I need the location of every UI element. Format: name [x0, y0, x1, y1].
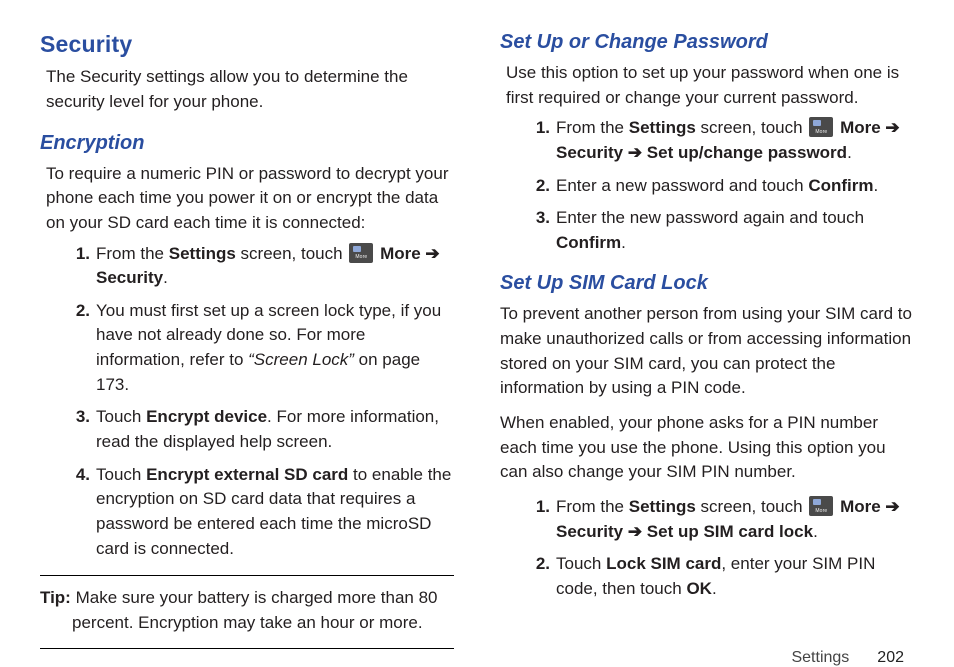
step-number: 1. [526, 116, 550, 141]
more-icon [809, 117, 833, 137]
confirm-bold: Confirm [556, 233, 621, 252]
security-intro: The Security settings allow you to deter… [46, 65, 454, 114]
step-text: . [874, 176, 879, 195]
encryption-intro: To require a numeric PIN or password to … [46, 162, 454, 236]
settings-bold: Settings [169, 244, 236, 263]
step-number: 1. [526, 495, 550, 520]
sim-lock-heading: Set Up SIM Card Lock [500, 269, 914, 298]
step-text: . [813, 522, 818, 541]
arrow-icon: ➔ [881, 118, 900, 137]
setup-change-password-bold: Set up/change password [647, 143, 847, 162]
tip-body: Tip: Make sure your battery is charged m… [40, 586, 454, 635]
step-number: 3. [66, 405, 90, 430]
step-number: 3. [526, 206, 550, 231]
encryption-heading: Encryption [40, 129, 454, 158]
tip-block: Tip: Make sure your battery is charged m… [40, 575, 454, 648]
step-number: 2. [526, 552, 550, 577]
more-label: More [380, 244, 421, 263]
sim-lock-steps: 1. From the Settings screen, touch More … [500, 495, 914, 602]
step-text: From the [556, 118, 629, 137]
encryption-steps: 1. From the Settings screen, touch More … [40, 242, 454, 562]
arrow-icon: ➔ [421, 244, 440, 263]
step-text: screen, touch [696, 497, 808, 516]
password-steps: 1. From the Settings screen, touch More … [500, 116, 914, 255]
step-text: . [847, 143, 852, 162]
step-text: Touch [96, 465, 146, 484]
step-number: 1. [66, 242, 90, 267]
step-text: screen, touch [236, 244, 348, 263]
security-bold: Security [556, 522, 623, 541]
screen-lock-ref: “Screen Lock” [248, 350, 354, 369]
step-text: Touch [556, 554, 606, 573]
page-footer: Settings 202 [40, 649, 914, 667]
arrow-icon: ➔ [881, 497, 900, 516]
encrypt-sd-bold: Encrypt external SD card [146, 465, 348, 484]
password-step-3: 3. Enter the new password again and touc… [526, 206, 914, 255]
step-text: screen, touch [696, 118, 808, 137]
step-text: . [712, 579, 717, 598]
settings-bold: Settings [629, 118, 696, 137]
step-text: . [163, 268, 168, 287]
tip-text: Make sure your battery is charged more t… [72, 588, 437, 632]
encrypt-device-bold: Encrypt device [146, 407, 267, 426]
step-text: From the [556, 497, 629, 516]
step-text: From the [96, 244, 169, 263]
setup-sim-lock-bold: Set up SIM card lock [647, 522, 813, 541]
sim-lock-intro-1: To prevent another person from using you… [500, 302, 914, 401]
encryption-step-2: 2. You must first set up a screen lock t… [66, 299, 454, 398]
more-icon [349, 243, 373, 263]
encryption-step-1: 1. From the Settings screen, touch More … [66, 242, 454, 291]
manual-page: Security The Security settings allow you… [0, 0, 954, 636]
tip-label: Tip: [40, 588, 76, 607]
footer-section: Settings [791, 649, 849, 667]
step-text: Enter the new password again and touch [556, 208, 864, 227]
footer-page-number: 202 [877, 649, 904, 667]
password-step-2: 2. Enter a new password and touch Confir… [526, 174, 914, 199]
confirm-bold: Confirm [808, 176, 873, 195]
more-icon [809, 496, 833, 516]
settings-bold: Settings [629, 497, 696, 516]
more-label: More [840, 497, 881, 516]
security-heading: Security [40, 28, 454, 61]
encryption-step-4: 4. Touch Encrypt external SD card to ena… [66, 463, 454, 562]
two-column-layout: Security The Security settings allow you… [40, 28, 914, 649]
sim-step-2: 2. Touch Lock SIM card, enter your SIM P… [526, 552, 914, 601]
arrow-icon: ➔ [623, 143, 647, 162]
step-number: 2. [526, 174, 550, 199]
sim-lock-intro-2: When enabled, your phone asks for a PIN … [500, 411, 914, 485]
step-text: Touch [96, 407, 146, 426]
password-heading: Set Up or Change Password [500, 28, 914, 57]
left-column: Security The Security settings allow you… [40, 28, 454, 649]
encryption-step-3: 3. Touch Encrypt device. For more inform… [66, 405, 454, 454]
sim-step-1: 1. From the Settings screen, touch More … [526, 495, 914, 544]
security-bold: Security [96, 268, 163, 287]
lock-sim-bold: Lock SIM card [606, 554, 721, 573]
ok-bold: OK [686, 579, 712, 598]
password-intro: Use this option to set up your password … [506, 61, 914, 110]
step-number: 4. [66, 463, 90, 488]
more-label: More [840, 118, 881, 137]
step-number: 2. [66, 299, 90, 324]
arrow-icon: ➔ [623, 522, 647, 541]
security-bold: Security [556, 143, 623, 162]
password-step-1: 1. From the Settings screen, touch More … [526, 116, 914, 165]
step-text: Enter a new password and touch [556, 176, 808, 195]
step-text: . [621, 233, 626, 252]
right-column: Set Up or Change Password Use this optio… [500, 28, 914, 649]
